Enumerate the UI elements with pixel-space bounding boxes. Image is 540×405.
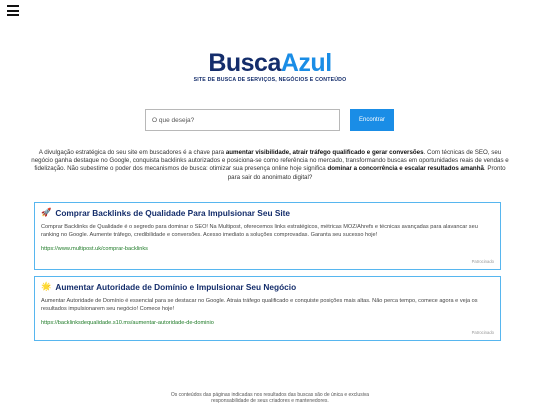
footer-line-2: responsabilidade de seus criadores e man… — [211, 398, 329, 405]
sparkle-sun-icon: 🌟 — [41, 281, 52, 291]
intro-bold-2: dominar a concorrência e escalar resulta… — [327, 165, 484, 173]
result-title-link[interactable]: 🚀 Comprar Backlinks de Qualidade Para Im… — [41, 207, 494, 218]
result-title: Aumentar Autoridade de Domínio e Impulsi… — [55, 281, 297, 292]
result-title-link[interactable]: 🌟 Aumentar Autoridade de Domínio e Impul… — [41, 281, 494, 292]
intro-text-1: A divulgação estratégica do seu site em … — [38, 149, 226, 156]
logo[interactable]: BuscaAzul SITE DE BUSCA DE SERVIÇOS, NEG… — [0, 49, 540, 83]
result-description: Comprar Backlinks de Qualidade é o segre… — [41, 224, 478, 238]
logo-tagline: SITE DE BUSCA DE SERVIÇOS, NEGÓCIOS E CO… — [193, 77, 347, 83]
result-description: Aumentar Autoridade de Domínio é essenci… — [41, 298, 478, 312]
logo-azul: Azul — [280, 49, 332, 77]
search-button[interactable]: Encontrar — [350, 109, 394, 131]
hamburger-menu-icon[interactable] — [7, 5, 19, 17]
logo-wordmark: BuscaAzul — [0, 49, 540, 77]
sponsored-label: Patrocinado — [471, 259, 494, 264]
result-url[interactable]: https://www.multipost.uk/comprar-backlin… — [41, 246, 494, 252]
rocket-icon: 🚀 — [41, 207, 52, 217]
search-form: Encontrar — [145, 109, 394, 131]
footer-disclaimer: Os conteúdos das páginas indicadas nos r… — [0, 392, 540, 405]
result-url[interactable]: https://backlinksdequalidade.s10.ms/aume… — [41, 320, 494, 326]
result-card: 🚀 Comprar Backlinks de Qualidade Para Im… — [34, 202, 501, 270]
intro-bold-1: aumentar visibilidade, atrair tráfego qu… — [225, 149, 424, 156]
intro-paragraph: A divulgação estratégica do seu site em … — [28, 149, 512, 182]
result-card: 🌟 Aumentar Autoridade de Domínio e Impul… — [34, 276, 501, 341]
search-input[interactable] — [145, 109, 340, 131]
result-title: Comprar Backlinks de Qualidade Para Impu… — [55, 207, 291, 218]
logo-busca: Busca — [208, 49, 281, 77]
sponsored-label: Patrocinado — [471, 330, 494, 335]
